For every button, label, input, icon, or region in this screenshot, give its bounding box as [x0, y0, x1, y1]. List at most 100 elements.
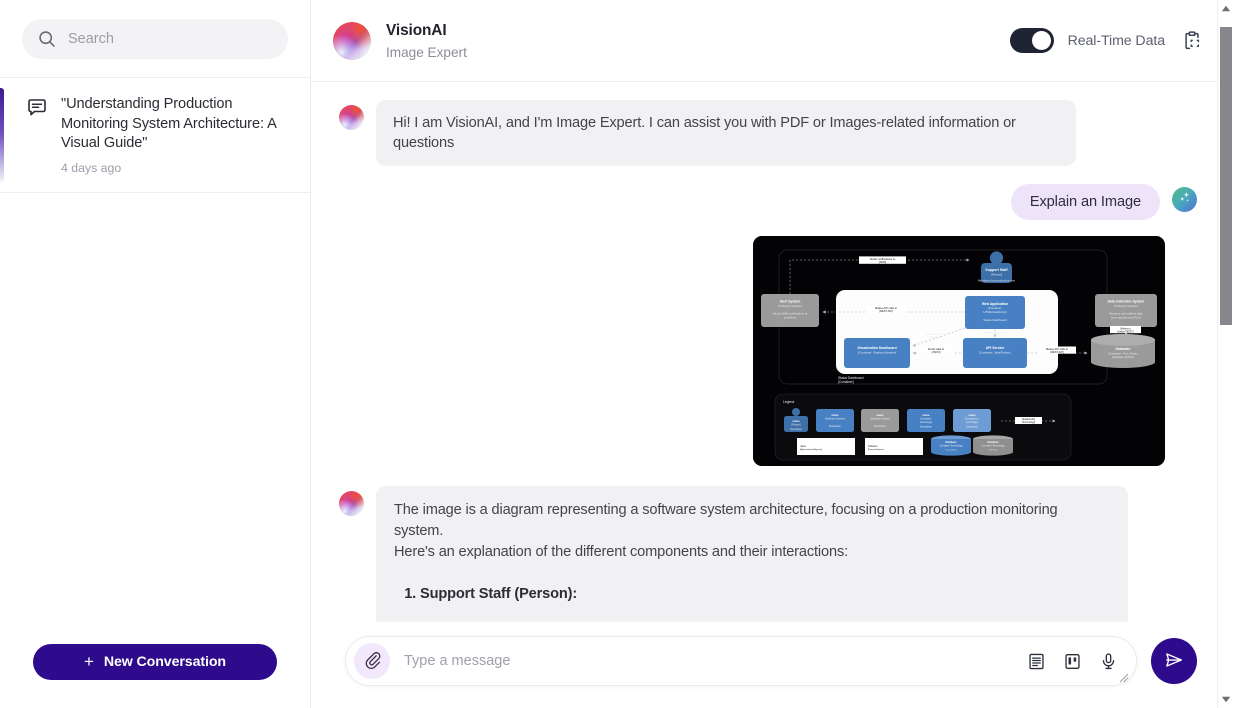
- svg-text:Description: Description: [829, 425, 842, 428]
- bot-identity: VisionAI Image Expert: [386, 22, 467, 60]
- document-lines-icon[interactable]: [1027, 652, 1046, 671]
- visionai-avatar: [333, 21, 371, 60]
- new-conversation-label: New Conversation: [103, 654, 226, 670]
- toggle-knob: [1031, 31, 1051, 50]
- svg-text:[Container: Java/Python]: [Container: Java/Python]: [979, 351, 1011, 355]
- svg-text:[Technology]: [Technology]: [1022, 421, 1036, 424]
- svg-text:Database (Influx)]: Database (Influx)]: [1112, 355, 1134, 359]
- svg-text:Description: Description: [790, 428, 803, 431]
- scrollbar-track[interactable]: [1218, 17, 1233, 691]
- sidebar-footer: + New Conversation: [0, 644, 310, 708]
- svg-text:[Person]: [Person]: [991, 273, 1002, 277]
- search-input[interactable]: [68, 19, 274, 59]
- attach-file-button[interactable]: [354, 643, 390, 679]
- svg-text:Description: Description: [966, 426, 979, 429]
- kanban-board-icon[interactable]: [1063, 652, 1082, 671]
- svg-text:HTML/JavaScript]: HTML/JavaScript]: [984, 310, 1007, 314]
- message-bot-answer: The image is a diagram representing a so…: [339, 486, 1197, 622]
- svg-text:Support Staff: Support Staff: [985, 268, 1008, 272]
- bot-answer-avatar: [339, 491, 364, 517]
- microphone-icon[interactable]: [1099, 652, 1118, 671]
- send-paper-plane-icon: [1163, 649, 1185, 674]
- composer-tools: [1027, 652, 1118, 671]
- search-icon: [38, 30, 56, 48]
- scrollbar-thumb[interactable]: [1219, 27, 1232, 325]
- svg-text:problems: problems: [784, 316, 796, 320]
- svg-text:[Container]: [Container]: [838, 380, 854, 384]
- answer-item-1-heading: Support Staff (Person):: [420, 586, 578, 603]
- svg-text:[ApplicationlandSystem]: [ApplicationlandSystem]: [800, 448, 823, 451]
- svg-text:[Software System]: [Software System]: [1114, 304, 1138, 308]
- active-accent-bar: [0, 88, 4, 182]
- conversation-timestamp: 4 days ago: [61, 160, 122, 175]
- svg-text:Software: Software: [868, 445, 878, 448]
- clipboard-scan-icon[interactable]: [1179, 28, 1205, 54]
- page-scrollbar[interactable]: [1217, 0, 1233, 708]
- message-scroll-area[interactable]: Hi! I am VisionAI, and I'm Image Expert.…: [311, 82, 1233, 622]
- svg-text:from sensors and PLCs: from sensors and PLCs: [1111, 316, 1142, 320]
- svg-text:name: name: [968, 414, 976, 417]
- paperclip-icon: [363, 650, 382, 672]
- svg-text:[SMS]: [SMS]: [879, 260, 887, 264]
- svg-text:name: name: [831, 414, 839, 417]
- architecture-diagram-image[interactable]: .bt{font-family:"Liberation Sans",sans-s…: [753, 236, 1165, 467]
- svg-text:[JSON]: [JSON]: [932, 350, 941, 354]
- svg-text:Container:Technology: Container:Technology: [981, 445, 1005, 448]
- message-user: Explain an Image: [339, 184, 1197, 221]
- svg-text:name: name: [876, 414, 884, 417]
- user-message-bubble: Explain an Image: [1010, 184, 1160, 221]
- sidebar-search-section: [0, 0, 310, 78]
- svg-text:Legend: Legend: [783, 400, 794, 404]
- svg-text:[ExternalSystem]: [ExternalSystem]: [868, 448, 884, 451]
- svg-text:[Software System]: [Software System]: [825, 418, 845, 421]
- conversation-title: "Understanding Production Monitoring Sys…: [61, 96, 276, 151]
- user-avatar: [1172, 187, 1197, 213]
- message-bot-greeting: Hi! I am VisionAI, and I'm Image Expert.…: [339, 100, 1197, 167]
- svg-text:[Influx REST]: [Influx REST]: [1118, 330, 1134, 334]
- conversation-list: "Understanding Production Monitoring Sys…: [0, 78, 310, 193]
- svg-text:[HTML]: [HTML]: [930, 335, 939, 339]
- message-input[interactable]: [404, 637, 1027, 685]
- answer-item-1: Support Staff (Person): Monitors the pro…: [420, 584, 1110, 622]
- header-controls: Real-Time Data: [1009, 28, 1205, 54]
- svg-text:[REST API]: [REST API]: [879, 309, 893, 313]
- svg-text:Database: Database: [1116, 347, 1131, 351]
- sparkle-icon: [1177, 190, 1192, 210]
- composer[interactable]: [345, 636, 1137, 686]
- chat-bubble-icon: [26, 95, 48, 175]
- svg-text:name: name: [922, 414, 930, 417]
- new-conversation-button[interactable]: + New Conversation: [33, 644, 277, 680]
- svg-text:Description: Description: [946, 449, 958, 452]
- composer-area: [311, 622, 1233, 708]
- svg-text:technology]: technology]: [920, 421, 933, 424]
- conversation-item-active[interactable]: "Understanding Production Monitoring Sys…: [0, 78, 310, 193]
- chat-header: VisionAI Image Expert Real-Time Data: [311, 0, 1233, 82]
- svg-text:name: name: [800, 445, 807, 448]
- svg-text:Description: Description: [920, 426, 933, 429]
- svg-text:[Software System]: [Software System]: [778, 304, 802, 308]
- bot-role: Image Expert: [386, 44, 467, 60]
- svg-text:[Software System]: [Software System]: [870, 418, 890, 421]
- svg-text:Status Dashboard: Status Dashboard: [983, 318, 1007, 322]
- svg-text:[REST API]: [REST API]: [1050, 350, 1064, 354]
- scroll-up-arrow[interactable]: [1218, 0, 1233, 17]
- search-box[interactable]: [22, 19, 288, 59]
- chat-panel: VisionAI Image Expert Real-Time Data Hi!…: [311, 0, 1233, 708]
- svg-text:[Container: Graphics libraries: [Container: Graphics libraries]: [858, 351, 896, 355]
- conversation-text: "Understanding Production Monitoring Sys…: [61, 95, 290, 175]
- real-time-data-toggle[interactable]: [1009, 28, 1054, 53]
- answer-intro-line-2: Here's an explanation of the different c…: [394, 543, 848, 560]
- answer-item-1-bullets: Monitors the production line. The point …: [420, 618, 1110, 622]
- svg-text:[JSON]: [JSON]: [992, 333, 1001, 337]
- greeting-bubble: Hi! I am VisionAI, and I'm Image Expert.…: [376, 100, 1076, 167]
- svg-text:API Service: API Service: [986, 346, 1005, 350]
- scroll-down-arrow[interactable]: [1218, 691, 1233, 708]
- answer-numbered-list: Support Staff (Person): Monitors the pro…: [394, 584, 1110, 622]
- resize-grip: [1119, 670, 1129, 683]
- bot-message-avatar: [339, 105, 364, 130]
- real-time-data-label: Real-Time Data: [1067, 32, 1166, 49]
- svg-text:Monitors the production line: Monitors the production line: [978, 279, 1015, 283]
- bot-name: VisionAI: [386, 21, 447, 39]
- attached-image-row: .bt{font-family:"Liberation Sans",sans-s…: [339, 236, 1197, 467]
- send-button[interactable]: [1151, 638, 1197, 684]
